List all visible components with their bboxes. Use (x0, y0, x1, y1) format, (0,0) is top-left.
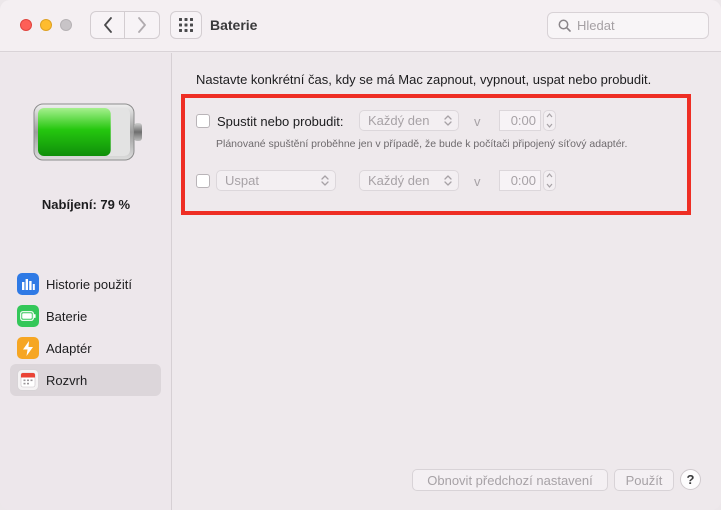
startup-frequency-popup[interactable]: Každý den (359, 110, 459, 131)
sidebar-item-history[interactable]: Historie použití (10, 268, 161, 300)
chevron-right-icon (138, 17, 146, 33)
bar-chart-icon (17, 273, 39, 295)
forward-button[interactable] (125, 11, 160, 39)
intro-text: Nastavte konkrétní čas, kdy se má Mac za… (196, 72, 652, 87)
sidebar-item-battery[interactable]: Baterie (10, 300, 161, 332)
schedule-pane: Nastavte konkrétní čas, kdy se má Mac za… (172, 53, 721, 510)
adapter-note: Plánované spuštění proběhne jen v případ… (216, 138, 628, 150)
stepper-up-icon (546, 113, 553, 118)
sidebar-item-adapter[interactable]: Adaptér (10, 332, 161, 364)
sleep-at-label: v (474, 174, 481, 189)
startup-frequency-value: Každý den (368, 113, 430, 128)
help-button[interactable]: ? (680, 469, 701, 490)
sidebar-item-label: Historie použití (46, 276, 132, 292)
search-icon (558, 19, 571, 32)
startup-at-label: v (474, 114, 481, 129)
battery-icon (17, 305, 39, 327)
sleep-checkbox[interactable] (196, 174, 210, 188)
charge-label: Nabíjení: 79 % (41, 197, 131, 212)
sidebar-nav: Historie použití Baterie Adaptér Rozvrh (10, 268, 161, 396)
battery-level-icon (33, 103, 142, 161)
sleep-action-popup[interactable]: Uspat (216, 170, 336, 191)
restore-defaults-button[interactable]: Obnovit předchozí nastavení (412, 469, 608, 491)
preferences-window: Baterie Hledat Nabíjení: 79 % Historie p… (0, 0, 721, 510)
sidebar-item-schedule[interactable]: Rozvrh (10, 364, 161, 396)
chevron-left-icon (103, 17, 112, 33)
startup-label: Spustit nebo probudit: (217, 113, 344, 129)
updown-arrows-icon (444, 175, 452, 186)
window-title: Baterie (210, 17, 258, 33)
stepper-down-icon (546, 123, 553, 128)
sleep-row (196, 169, 217, 193)
startup-time-field[interactable]: 0:00 (499, 110, 541, 131)
calendar-icon (17, 369, 39, 391)
search-field[interactable] (547, 12, 709, 39)
sidebar-item-label: Adaptér (46, 340, 92, 356)
sleep-action-value: Uspat (225, 173, 259, 188)
startup-row: Spustit nebo probudit: (196, 109, 343, 133)
titlebar: Baterie (0, 0, 721, 52)
sidebar-item-label: Rozvrh (46, 372, 88, 388)
sidebar-item-label: Baterie (46, 308, 88, 324)
sidebar: Nabíjení: 79 % Historie použití Baterie … (0, 53, 172, 510)
sleep-frequency-popup[interactable]: Každý den (359, 170, 459, 191)
stepper-up-icon (546, 173, 553, 178)
sleep-frequency-value: Každý den (368, 173, 430, 188)
updown-arrows-icon (444, 115, 452, 126)
updown-arrows-icon (321, 175, 329, 186)
close-button[interactable] (20, 19, 32, 31)
startup-checkbox[interactable] (196, 114, 210, 128)
lightning-icon (17, 337, 39, 359)
startup-time-stepper[interactable] (543, 110, 556, 131)
back-button[interactable] (90, 11, 125, 39)
sleep-time-stepper[interactable] (543, 170, 556, 191)
show-all-button[interactable] (170, 11, 202, 39)
apply-button[interactable]: Použít (614, 469, 674, 491)
grid-icon (179, 18, 193, 32)
minimize-button[interactable] (40, 19, 52, 31)
stepper-down-icon (546, 183, 553, 188)
sleep-time-field[interactable]: 0:00 (499, 170, 541, 191)
search-input[interactable] (577, 18, 707, 33)
zoom-button[interactable] (60, 19, 72, 31)
